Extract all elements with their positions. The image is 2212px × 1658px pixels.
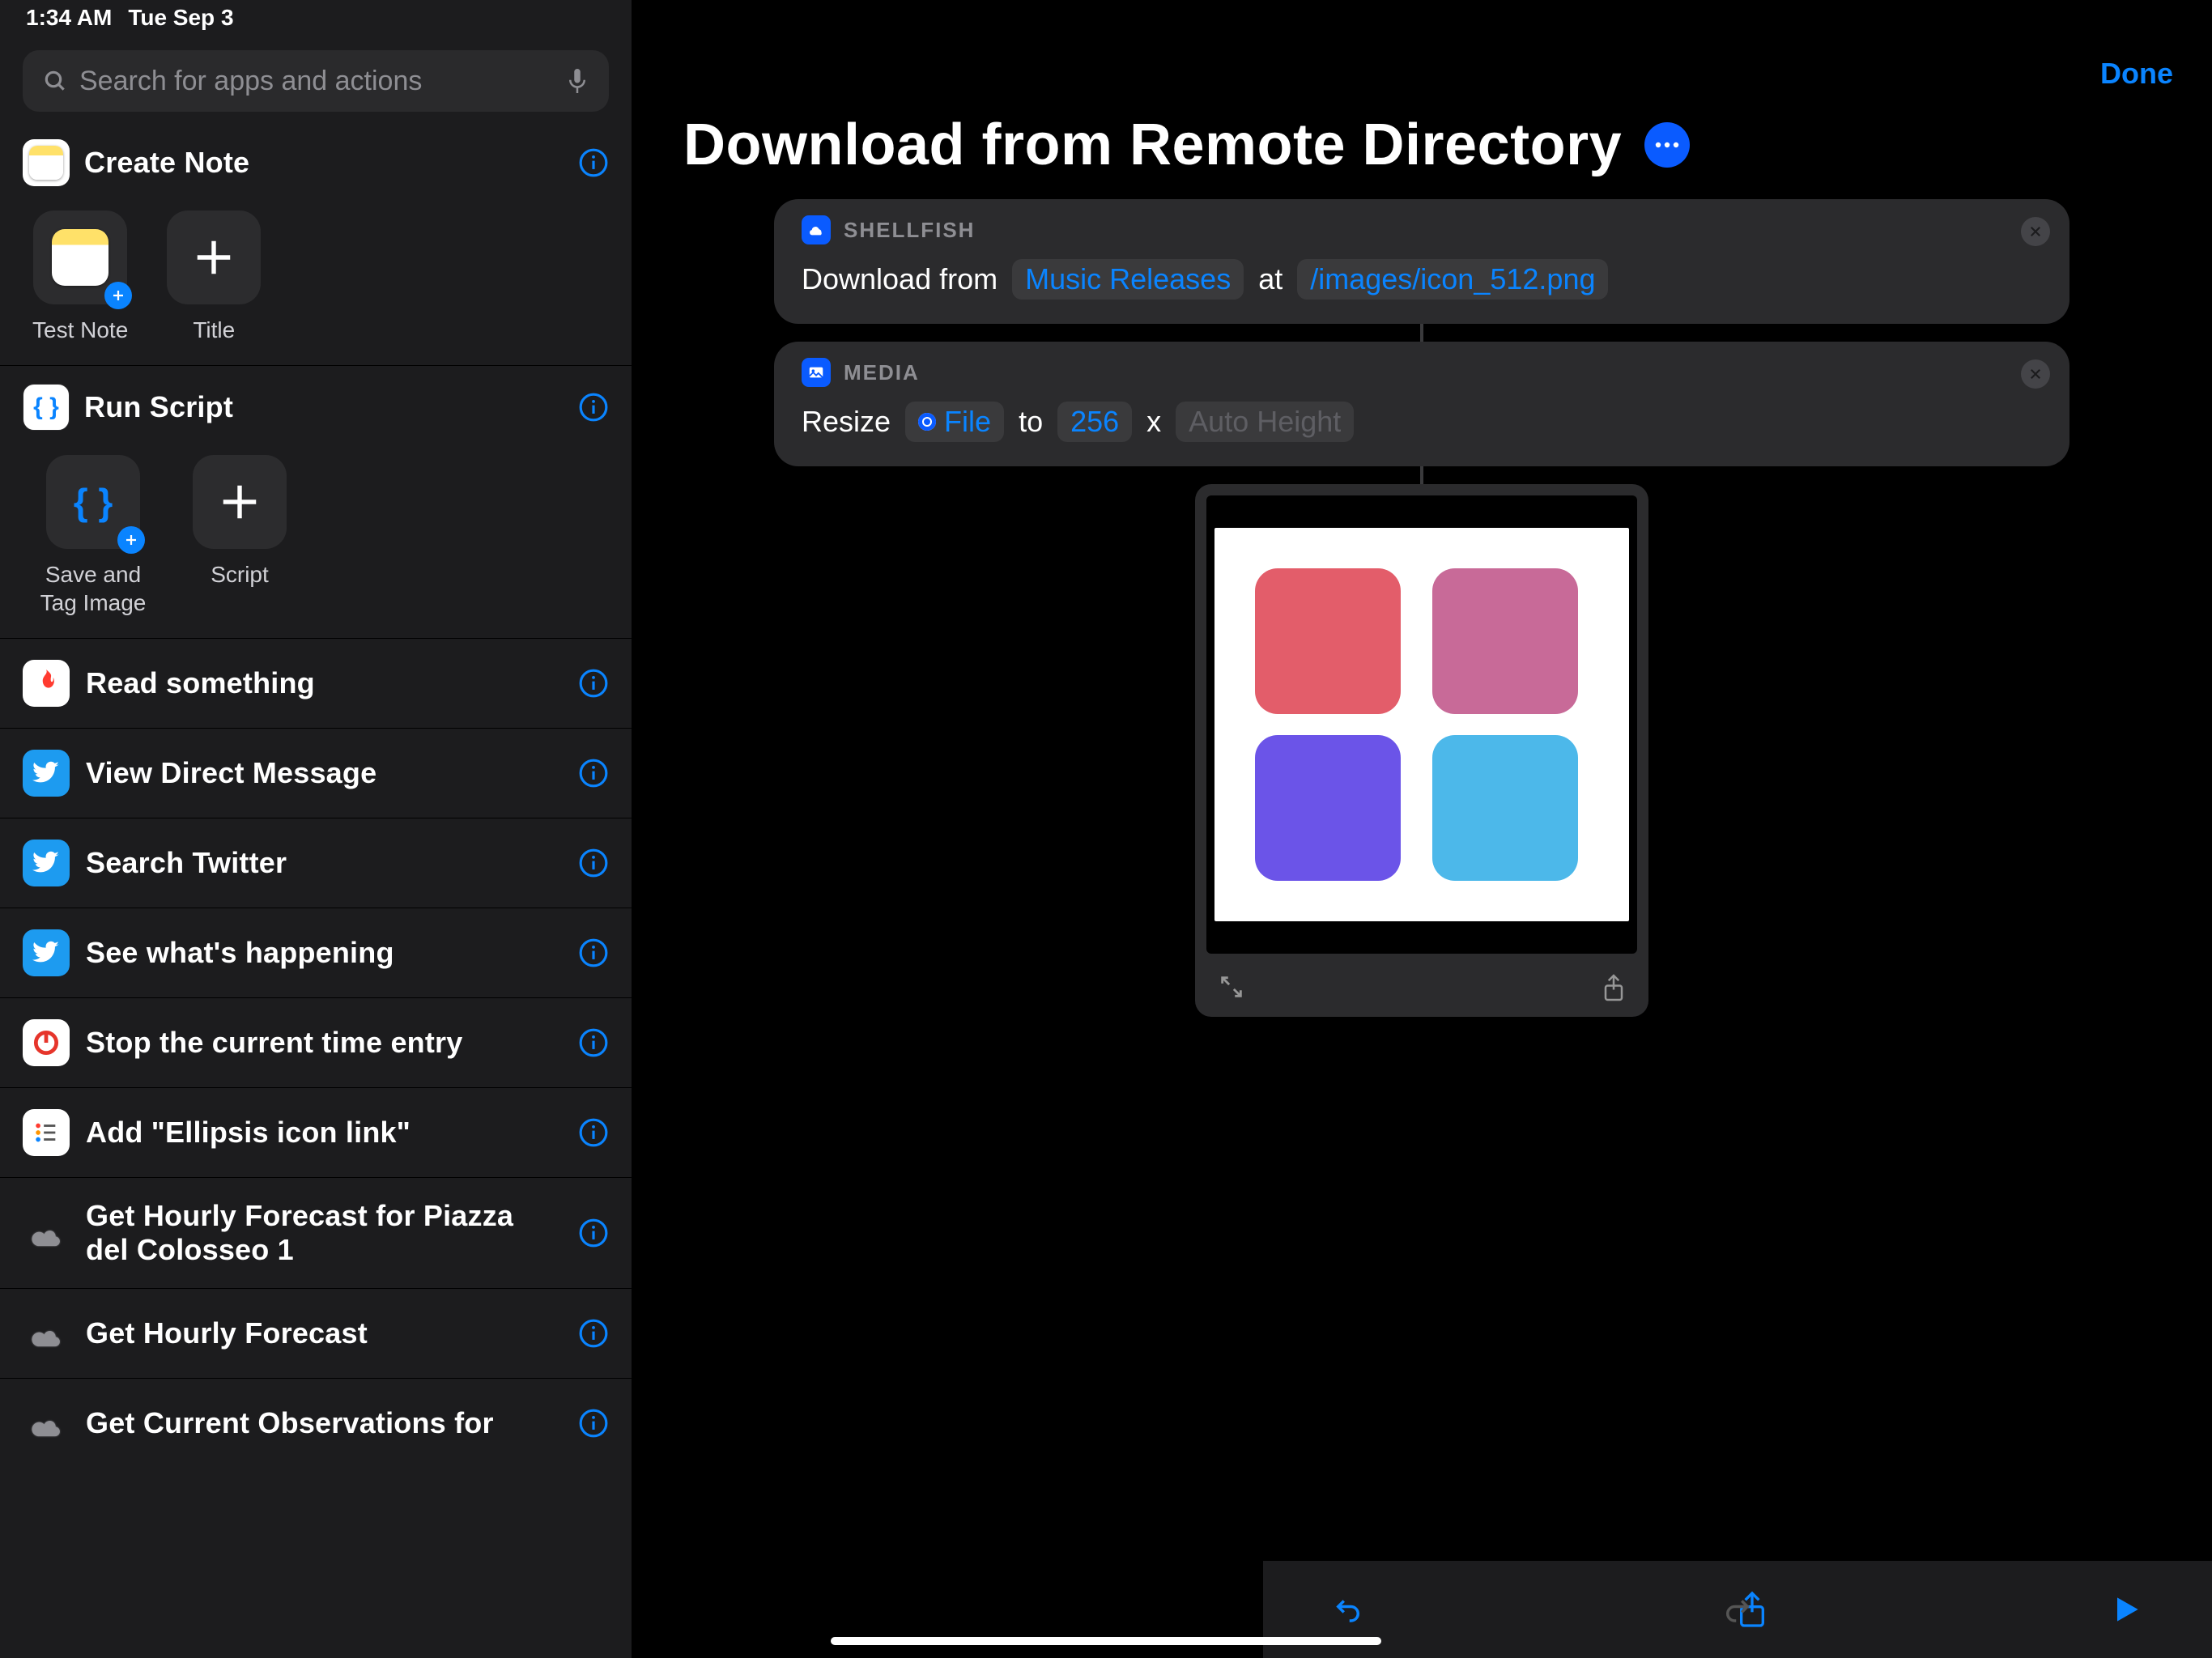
action-source-label: SHELLFISH <box>844 218 975 243</box>
info-icon[interactable] <box>578 937 609 968</box>
delete-action-button[interactable] <box>2021 217 2050 246</box>
flow-connector <box>1420 324 1423 342</box>
search-icon <box>42 68 68 94</box>
action-token[interactable]: Auto Height <box>1176 402 1354 442</box>
shortcut-row[interactable]: View Direct Message <box>0 729 632 818</box>
action-token[interactable]: /images/icon_512.png <box>1297 259 1608 300</box>
shortcut-group-run-script: { } Run Script { } Save and Tag Image Sc… <box>0 366 632 639</box>
microphone-icon[interactable] <box>565 66 589 96</box>
flow-connector <box>1420 466 1423 484</box>
action-source-icon <box>802 215 831 244</box>
shortcut-row[interactable]: Get Hourly Forecast <box>0 1289 632 1379</box>
info-icon[interactable] <box>578 1117 609 1148</box>
row-title: Add "Ellipsis icon link" <box>86 1116 562 1150</box>
search-box[interactable] <box>23 50 609 112</box>
row-title: Get Current Observations for <box>86 1406 562 1440</box>
expand-preview-button[interactable] <box>1218 973 1245 1001</box>
action-source-label: MEDIA <box>844 360 920 385</box>
action-token: Download from <box>802 262 998 296</box>
shortcut-row[interactable]: Read something <box>0 639 632 729</box>
row-app-icon <box>23 1109 70 1156</box>
info-icon[interactable] <box>578 392 609 423</box>
shortcut-row[interactable]: Get Current Observations for <box>0 1379 632 1468</box>
preview-swatch <box>1255 735 1401 881</box>
tile-test-note[interactable]: Test Note <box>32 210 128 344</box>
preview-swatch <box>1432 735 1578 881</box>
row-app-icon <box>23 1400 70 1447</box>
preview-swatch <box>1432 568 1578 714</box>
shortcut-group-create-note: Create Note Test Note Title <box>0 121 632 366</box>
row-title: Get Hourly Forecast <box>86 1316 562 1350</box>
row-title: View Direct Message <box>86 756 562 790</box>
shortcut-row[interactable]: Search Twitter <box>0 818 632 908</box>
action-token[interactable]: 256 <box>1057 402 1132 442</box>
row-title: Read something <box>86 666 562 700</box>
action-token: x <box>1146 405 1161 439</box>
redo-button[interactable] <box>1721 1592 1755 1626</box>
output-preview <box>1195 484 1648 1017</box>
info-icon[interactable] <box>578 1408 609 1439</box>
info-icon[interactable] <box>578 1218 609 1248</box>
action-source-icon <box>802 358 831 387</box>
sidebar: Create Note Test Note Title { } Run Scri… <box>0 0 632 1658</box>
row-app-icon <box>23 660 70 707</box>
delete-action-button[interactable] <box>2021 359 2050 389</box>
row-app-icon <box>23 929 70 976</box>
info-icon[interactable] <box>578 147 609 178</box>
action-token: Resize <box>802 405 891 439</box>
preview-swatch <box>1255 568 1401 714</box>
row-title: See what's happening <box>86 936 562 970</box>
search-input[interactable] <box>79 66 554 97</box>
row-title: Search Twitter <box>86 846 562 880</box>
info-icon[interactable] <box>578 668 609 699</box>
more-options-button[interactable] <box>1644 122 1690 168</box>
tile-label: Save and Tag Image <box>32 560 154 617</box>
action-token[interactable]: Music Releases <box>1012 259 1244 300</box>
tile-script[interactable]: Script <box>193 455 287 617</box>
action-card[interactable]: MEDIA Resize Fileto 256 x Auto Height <box>774 342 2069 466</box>
preview-image <box>1206 495 1637 954</box>
tile-title[interactable]: Title <box>167 210 261 344</box>
row-title: Get Hourly Forecast for Piazza del Colos… <box>86 1199 562 1267</box>
row-app-icon <box>23 840 70 886</box>
action-token: at <box>1258 262 1283 296</box>
share-preview-button[interactable] <box>1602 973 1626 1002</box>
row-app-icon <box>23 750 70 797</box>
home-indicator <box>831 1637 1381 1645</box>
row-title: Stop the current time entry <box>86 1026 562 1060</box>
action-card[interactable]: SHELLFISH Download from Music Releases at/i… <box>774 199 2069 324</box>
run-button[interactable] <box>2108 1592 2144 1627</box>
row-app-icon <box>23 1019 70 1066</box>
action-token: to <box>1019 405 1043 439</box>
done-button[interactable]: Done <box>2100 57 2173 91</box>
info-icon[interactable] <box>578 1318 609 1349</box>
notes-app-icon <box>23 139 70 186</box>
tile-label: Script <box>211 560 269 589</box>
group-title: Create Note <box>84 146 564 180</box>
scriptable-app-icon: { } <box>23 384 70 431</box>
shortcut-row[interactable]: Get Hourly Forecast for Piazza del Colos… <box>0 1178 632 1289</box>
main-panel: Done Download from Remote Directory SHEL… <box>632 0 2212 1658</box>
tile-label: Test Note <box>32 316 128 344</box>
editor-toolbar <box>1263 1561 2212 1658</box>
info-icon[interactable] <box>578 758 609 789</box>
group-title: Run Script <box>84 390 564 424</box>
action-token[interactable]: File <box>905 402 1004 442</box>
tile-label: Title <box>193 316 235 344</box>
shortcut-title: Download from Remote Directory <box>683 112 1622 178</box>
info-icon[interactable] <box>578 1027 609 1058</box>
shortcut-row[interactable]: See what's happening <box>0 908 632 998</box>
undo-button[interactable] <box>1331 1592 1365 1626</box>
row-app-icon <box>23 1209 70 1256</box>
tile-save-tag-image[interactable]: { } Save and Tag Image <box>32 455 154 617</box>
shortcut-row[interactable]: Stop the current time entry <box>0 998 632 1088</box>
row-app-icon <box>23 1310 70 1357</box>
info-icon[interactable] <box>578 848 609 878</box>
shortcut-row[interactable]: Add "Ellipsis icon link" <box>0 1088 632 1178</box>
